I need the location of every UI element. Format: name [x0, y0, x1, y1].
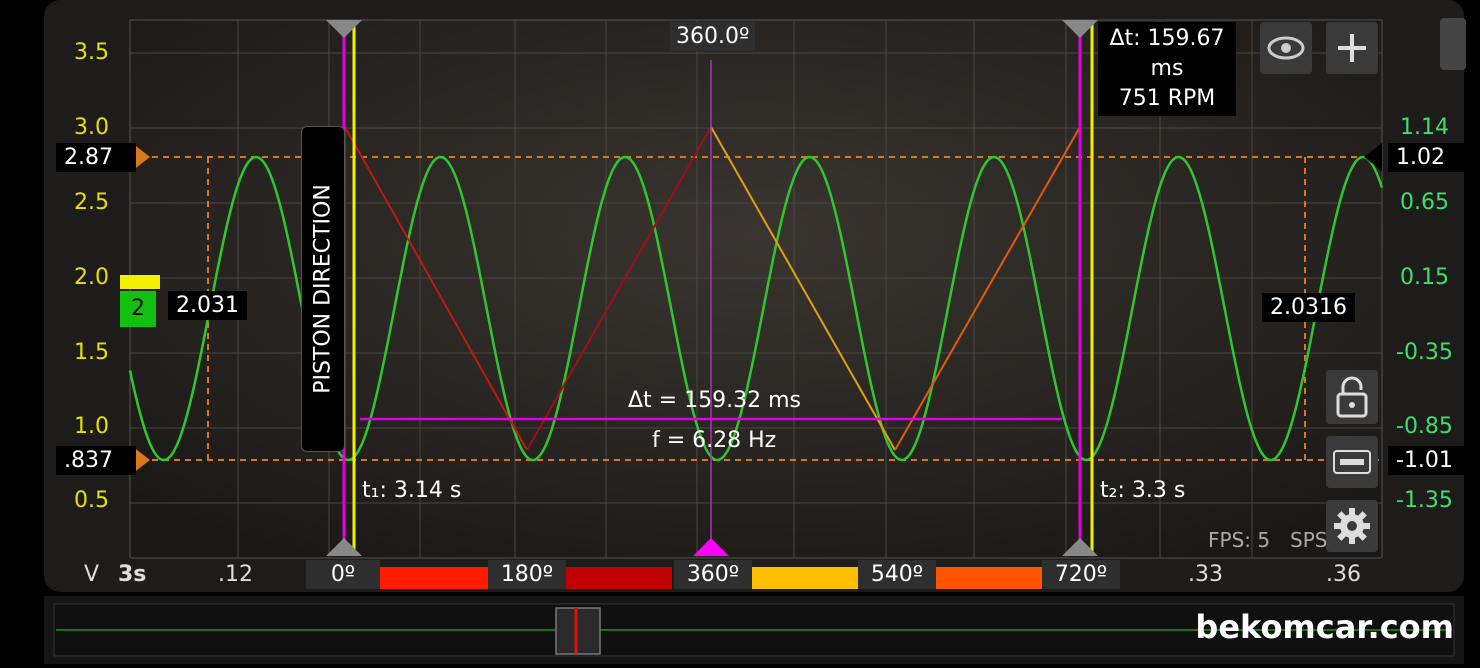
left-tick: 3.5 [74, 40, 109, 65]
right-tick: -1.35 [1396, 488, 1453, 513]
piston-direction-label: PISTON DIRECTION [310, 184, 336, 394]
abc-button[interactable] [1326, 436, 1378, 488]
right-value-readout: 2.0316 [1262, 293, 1355, 322]
sps-readout: SPS [1290, 528, 1328, 552]
fps-readout: FPS: 5 [1208, 528, 1271, 552]
overview-window[interactable] [555, 607, 601, 655]
degree-segment-3 [750, 567, 858, 589]
left-tick: 2.5 [74, 190, 109, 215]
yellow-channel-marker[interactable] [120, 275, 160, 289]
right-upper-level[interactable]: 1.02 [1388, 143, 1464, 172]
delta-time-value: Δt: 159.67 ms [1109, 26, 1225, 81]
unit-label: V [84, 562, 100, 587]
lock-button[interactable] [1326, 370, 1378, 424]
left-value-readout: 2.031 [168, 291, 247, 320]
right-tick: 0.15 [1400, 265, 1449, 290]
t1-readout: t₁: 3.14 s [362, 478, 462, 503]
degree-label[interactable]: 180º [488, 560, 566, 589]
degree-segment-4 [934, 567, 1042, 589]
right-tick: 1.14 [1400, 115, 1449, 140]
right-tick: 0.65 [1400, 190, 1449, 215]
brand-watermark: bekomcar.com [1195, 608, 1454, 646]
settings-button[interactable] [1326, 500, 1378, 552]
left-tick: 1.5 [74, 340, 109, 365]
measure-frequency: f = 6.28 Hz [652, 428, 777, 453]
right-lower-level[interactable]: -1.01 [1388, 446, 1464, 475]
delta-time-panel: Δt: 159.67 ms 751 RPM [1098, 22, 1236, 116]
time-start: 3s [118, 562, 147, 587]
t2-readout: t₂: 3.3 s [1100, 478, 1186, 503]
time-tick: .33 [1188, 562, 1223, 587]
left-upper-level[interactable]: 2.87 [56, 143, 136, 172]
left-tick: 1.0 [74, 414, 109, 439]
top-angle-readout: 360.0º [670, 22, 756, 51]
degree-segment-2 [566, 567, 672, 589]
degree-label[interactable]: 720º [1042, 560, 1120, 589]
plus-icon [1338, 34, 1366, 62]
rpm-value: 751 RPM [1118, 86, 1216, 111]
degree-label[interactable]: 540º [858, 560, 936, 589]
left-lower-level[interactable]: .837 [56, 446, 136, 475]
time-tick: .12 [218, 562, 253, 587]
degree-label[interactable]: 360º [674, 560, 752, 589]
measure-delta-time: Δt = 159.32 ms [628, 388, 801, 413]
degree-segment-1 [380, 567, 488, 589]
eye-icon [1267, 36, 1305, 60]
time-tick: .36 [1326, 562, 1361, 587]
eye-button[interactable] [1260, 22, 1312, 74]
lock-icon [1336, 376, 1368, 418]
left-tick: 3.0 [74, 115, 109, 140]
right-tick: -0.85 [1396, 414, 1453, 439]
side-handle[interactable] [1440, 18, 1466, 70]
piston-direction-panel: PISTON DIRECTION [301, 126, 345, 452]
add-button[interactable] [1326, 22, 1378, 74]
gear-icon [1334, 508, 1370, 544]
right-tick: -0.35 [1396, 340, 1453, 365]
left-tick: 2.0 [74, 265, 109, 290]
left-tick: 0.5 [74, 488, 109, 513]
abc-icon [1333, 450, 1371, 474]
degree-label[interactable]: 0º [306, 560, 380, 589]
channel-badge[interactable]: 2 [120, 291, 156, 327]
